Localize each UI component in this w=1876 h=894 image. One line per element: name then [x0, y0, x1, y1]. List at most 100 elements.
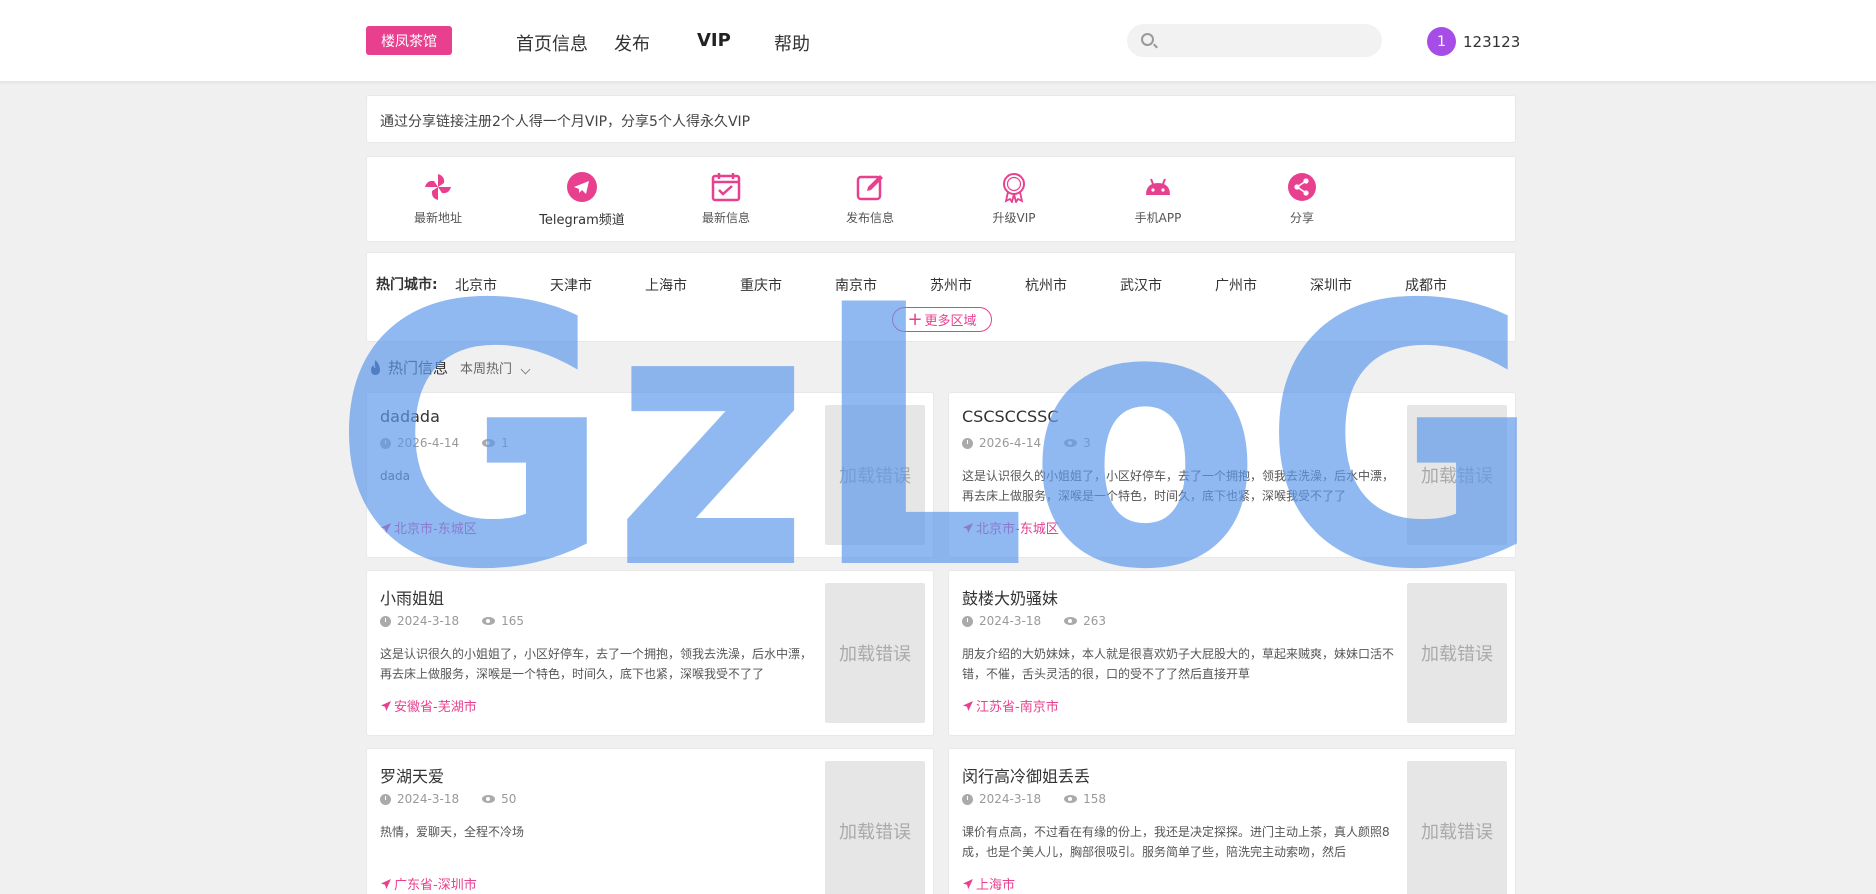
quick-link-share[interactable]: 分享 — [1247, 171, 1357, 226]
more-regions-label: 更多区域 — [924, 314, 977, 329]
post-meta: 2026-4-14 3 — [962, 436, 1091, 450]
location-arrow-icon — [963, 700, 973, 711]
city-link[interactable]: 成都市 — [1405, 275, 1447, 295]
post-description: 热情，爱聊天，全程不冷场 — [380, 825, 525, 839]
edit-icon — [856, 175, 883, 201]
post-location-label: 北京市-东城区 — [976, 522, 1059, 537]
quick-link-telegram[interactable]: Telegram频道 — [527, 171, 637, 228]
post-location[interactable]: 安徽省-芜湖市 — [380, 696, 477, 715]
nav-publish[interactable]: 发布 — [614, 30, 650, 56]
city-link[interactable]: 武汉市 — [1120, 275, 1162, 295]
post-views: 158 — [1083, 792, 1107, 806]
post-meta: 2024-3-18 158 — [962, 792, 1106, 806]
post-views: 3 — [1083, 436, 1091, 450]
share-icon — [1288, 173, 1316, 201]
post-meta: 2026-4-14 1 — [380, 436, 509, 450]
post-title[interactable]: dadada — [380, 407, 440, 426]
hot-cities-label: 热门城市: — [376, 277, 438, 293]
city-link[interactable]: 深圳市 — [1310, 275, 1352, 295]
hot-info-title: 热门信息 — [388, 359, 449, 377]
site-logo[interactable]: 楼凤茶馆 — [366, 26, 452, 55]
calendar-check-icon — [711, 173, 741, 202]
vip-badge-icon — [1003, 173, 1025, 203]
city-link[interactable]: 重庆市 — [740, 275, 782, 295]
username[interactable]: 123123 — [1463, 33, 1520, 51]
post-card[interactable]: dadada 2026-4-14 1 dada 北京市-东城区 加载错误 — [366, 392, 934, 558]
post-card[interactable]: 闵行高冷御姐丢丢 2024-3-18 158 课价有点高，不过看在有缘的份上，我… — [948, 748, 1516, 894]
flame-icon — [371, 359, 380, 375]
city-link[interactable]: 上海市 — [645, 275, 687, 295]
city-link[interactable]: 杭州市 — [1025, 275, 1067, 295]
post-title[interactable]: 罗湖天爱 — [380, 763, 444, 787]
city-link[interactable]: 广州市 — [1215, 275, 1257, 295]
post-date: 2026-4-14 — [979, 436, 1042, 450]
post-date: 2024-3-18 — [979, 614, 1042, 628]
notice-bar: 通过分享链接注册2个人得一个月VIP，分享5个人得永久VIP — [366, 95, 1516, 143]
nav-vip[interactable]: VIP — [697, 30, 731, 51]
post-meta: 2024-3-18 165 — [380, 614, 524, 628]
telegram-icon — [567, 172, 597, 202]
post-views: 50 — [501, 792, 517, 806]
quick-link-label: 发布信息 — [845, 211, 894, 225]
nav-help[interactable]: 帮助 — [774, 30, 810, 56]
eye-icon — [482, 617, 496, 625]
post-card[interactable]: 罗湖天爱 2024-3-18 50 热情，爱聊天，全程不冷场 广东省-深圳市 加… — [366, 748, 934, 894]
hot-filter-label: 本周热门 — [460, 362, 513, 377]
quick-link-mobile-app[interactable]: 手机APP — [1103, 171, 1213, 226]
post-card[interactable]: CSCSCCSSC 2026-4-14 3 这是认识很久的小姐姐了，小区好停车，… — [948, 392, 1516, 558]
post-description: dada — [380, 469, 410, 483]
post-thumbnail[interactable]: 加载错误 — [825, 583, 925, 723]
clock-icon — [380, 793, 391, 805]
city-link[interactable]: 南京市 — [835, 275, 877, 295]
city-link[interactable]: 北京市 — [455, 275, 497, 295]
post-card[interactable]: 鼓楼大奶骚妹 2024-3-18 263 朋友介绍的大奶妹妹，本人就是很喜欢奶子… — [948, 570, 1516, 736]
post-location-label: 江苏省-南京市 — [976, 700, 1059, 715]
post-thumbnail[interactable]: 加载错误 — [825, 761, 925, 894]
city-link[interactable]: 天津市 — [550, 275, 592, 295]
post-title[interactable]: 闵行高冷御姐丢丢 — [962, 763, 1090, 787]
city-link[interactable]: 苏州市 — [930, 275, 972, 295]
location-arrow-icon — [381, 700, 391, 711]
post-date: 2024-3-18 — [979, 792, 1042, 806]
post-thumbnail[interactable]: 加载错误 — [825, 405, 925, 545]
avatar[interactable]: 1 — [1427, 27, 1456, 56]
search-icon[interactable] — [1141, 33, 1154, 46]
clock-icon — [962, 437, 973, 449]
post-title[interactable]: 鼓楼大奶骚妹 — [962, 585, 1058, 609]
quick-link-label: Telegram频道 — [539, 213, 625, 228]
post-location[interactable]: 江苏省-南京市 — [962, 696, 1059, 715]
post-location[interactable]: 北京市-东城区 — [962, 518, 1059, 537]
post-views: 1 — [501, 436, 509, 450]
search-input[interactable] — [1165, 24, 1365, 57]
hot-filter-dropdown[interactable]: 本周热门 — [460, 358, 531, 377]
location-arrow-icon — [381, 522, 391, 533]
quick-link-label: 手机APP — [1134, 211, 1182, 225]
quick-link-upgrade-vip[interactable]: 升级VIP — [959, 171, 1069, 226]
post-location[interactable]: 北京市-东城区 — [380, 518, 477, 537]
post-thumbnail[interactable]: 加载错误 — [1407, 405, 1507, 545]
post-location[interactable]: 上海市 — [962, 874, 1015, 893]
quick-link-latest-address[interactable]: 最新地址 — [383, 171, 493, 226]
post-card[interactable]: 小雨姐姐 2024-3-18 165 这是认识很久的小姐姐了，小区好停车，去了一… — [366, 570, 934, 736]
quick-link-latest-info[interactable]: 最新信息 — [671, 171, 781, 226]
clock-icon — [380, 615, 391, 627]
post-title[interactable]: CSCSCCSSC — [962, 407, 1058, 426]
quick-links-panel: 最新地址 Telegram频道 最新信息 发布信息 升级VIP 手机APP 分享 — [366, 156, 1516, 242]
clock-icon — [380, 437, 391, 449]
search-box[interactable] — [1127, 24, 1382, 57]
android-icon — [1146, 178, 1170, 195]
post-thumbnail[interactable]: 加载错误 — [1407, 761, 1507, 894]
location-arrow-icon — [963, 522, 973, 533]
more-regions-button[interactable]: + 更多区域 — [892, 307, 992, 332]
hot-cities-panel: 热门城市: 北京市 天津市 上海市 重庆市 南京市 苏州市 杭州市 武汉市 广州… — [366, 252, 1516, 342]
post-thumbnail[interactable]: 加载错误 — [1407, 583, 1507, 723]
post-description: 课价有点高，不过看在有缘的份上，我还是决定探探。进门主动上茶，真人颜照8成，也是… — [962, 825, 1390, 859]
quick-link-publish[interactable]: 发布信息 — [815, 171, 925, 226]
quick-link-label: 最新信息 — [701, 211, 750, 225]
nav-home[interactable]: 首页信息 — [516, 30, 588, 56]
post-title[interactable]: 小雨姐姐 — [380, 585, 444, 609]
hot-info-header: 热门信息 本周热门 — [369, 357, 531, 378]
top-navbar: 楼凤茶馆 首页信息 发布 VIP 帮助 1 123123 — [0, 0, 1876, 82]
post-location[interactable]: 广东省-深圳市 — [380, 874, 477, 893]
quick-link-label: 最新地址 — [413, 211, 462, 225]
